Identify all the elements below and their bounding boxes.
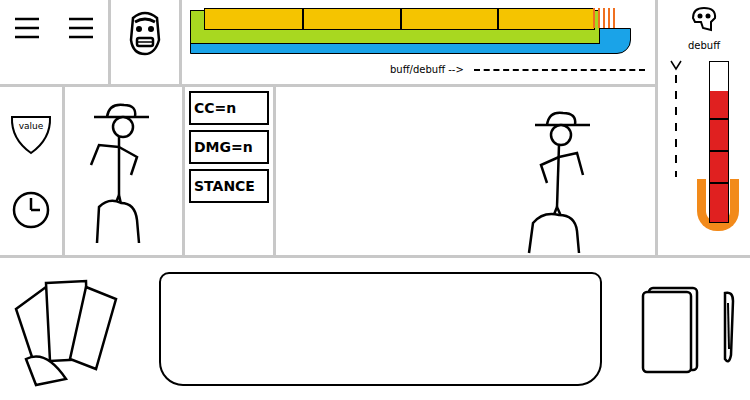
side-icons: value bbox=[0, 87, 65, 255]
meter-fill bbox=[710, 91, 728, 222]
bar-tick bbox=[302, 9, 304, 29]
arena bbox=[276, 87, 655, 255]
cards-icon[interactable] bbox=[6, 269, 146, 389]
battle-row: value CC=n DMG=n STANCE bbox=[0, 87, 655, 255]
bar-tick bbox=[497, 9, 499, 29]
debuff-label: debuff bbox=[688, 40, 720, 51]
meter-tick bbox=[710, 182, 728, 184]
buff-row: buff/debuff --> bbox=[190, 64, 645, 75]
debuff-column: debuff bbox=[655, 0, 750, 255]
bar-stack bbox=[190, 4, 645, 60]
meter-tick bbox=[710, 150, 728, 152]
character-face-icon[interactable] bbox=[125, 8, 165, 56]
sword-icon bbox=[717, 289, 741, 369]
meter-track bbox=[709, 61, 729, 223]
debuff-meter bbox=[697, 59, 739, 231]
stat-box[interactable]: DMG=n bbox=[189, 130, 269, 164]
stats-panel: CC=n DMG=n STANCE bbox=[185, 87, 276, 255]
enemy-figure-icon[interactable] bbox=[515, 105, 605, 255]
player-bars: buff/debuff --> bbox=[182, 0, 655, 84]
menu-icon[interactable] bbox=[66, 14, 96, 42]
portrait-cell bbox=[111, 0, 182, 84]
value-shield[interactable]: value bbox=[9, 113, 53, 155]
game-hud: buff/debuff --> value CC=n DMG=n STANCE debuf… bbox=[0, 0, 750, 400]
stat-box[interactable]: STANCE bbox=[189, 169, 269, 203]
meter-tick bbox=[710, 118, 728, 120]
damage-stripes-icon bbox=[589, 6, 619, 30]
buff-label: buff/debuff --> bbox=[390, 64, 464, 75]
bottom-bar bbox=[0, 258, 750, 400]
shield-icon bbox=[9, 113, 53, 155]
hand-cards bbox=[6, 269, 151, 389]
bar-tick bbox=[400, 9, 402, 29]
skull-icon[interactable] bbox=[689, 6, 719, 36]
item-slot[interactable] bbox=[714, 289, 744, 369]
main-area: buff/debuff --> value CC=n DMG=n STANCE bbox=[0, 0, 655, 255]
top-strip: buff/debuff --> bbox=[0, 0, 655, 87]
menu-icon[interactable] bbox=[12, 14, 42, 42]
clock-icon[interactable] bbox=[11, 190, 51, 230]
meter-row bbox=[669, 59, 739, 231]
stat-box[interactable]: CC=n bbox=[189, 91, 269, 125]
buff-slots bbox=[474, 69, 645, 71]
deck[interactable] bbox=[634, 284, 706, 374]
menu-area bbox=[0, 0, 111, 84]
deck-icon bbox=[639, 284, 701, 374]
player-figure-icon[interactable] bbox=[79, 95, 169, 245]
player-cell bbox=[65, 87, 185, 255]
health-bar bbox=[204, 8, 595, 30]
shield-value: value bbox=[9, 121, 53, 131]
dashed-arrow-icon bbox=[669, 59, 683, 179]
upper-area: buff/debuff --> value CC=n DMG=n STANCE debuf… bbox=[0, 0, 750, 258]
action-board[interactable] bbox=[159, 272, 602, 386]
